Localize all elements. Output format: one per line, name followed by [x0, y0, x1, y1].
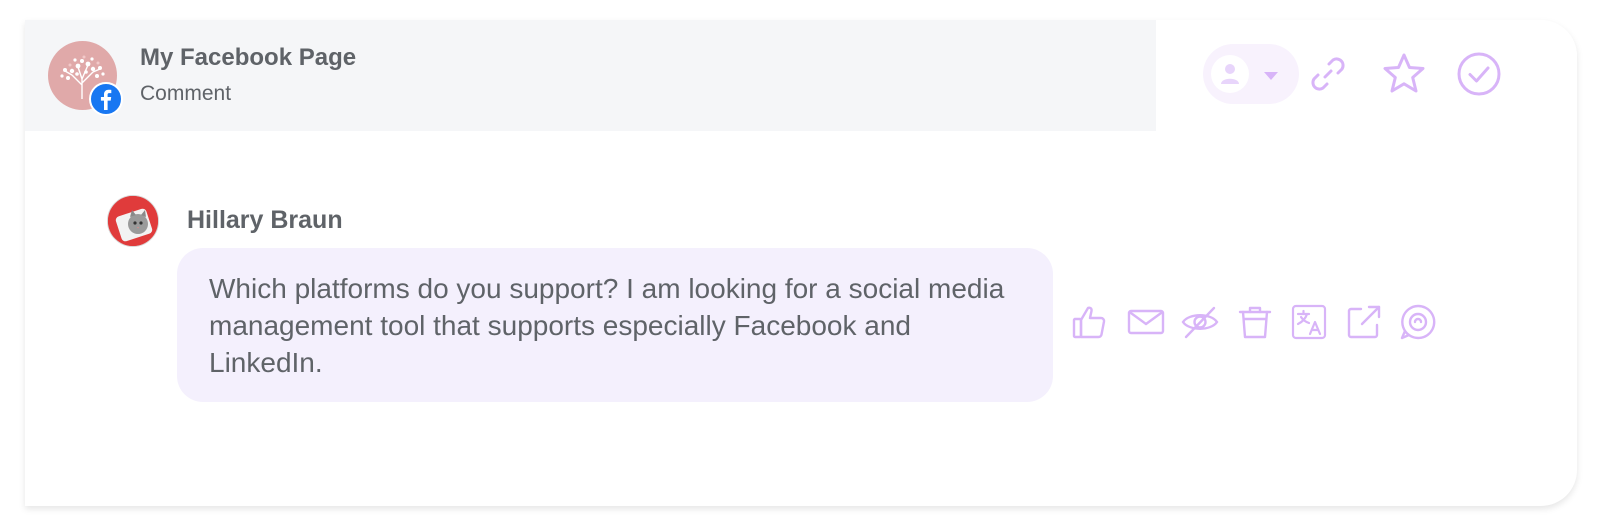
external-link-icon[interactable]: [1345, 303, 1383, 341]
thumbs-up-icon[interactable]: [1071, 303, 1109, 341]
check-circle-icon[interactable]: [1455, 50, 1503, 98]
facebook-icon: [89, 82, 123, 116]
chevron-down-icon: [1264, 72, 1278, 80]
user-icon: [1221, 64, 1239, 84]
trash-icon[interactable]: [1236, 303, 1274, 341]
link-icon[interactable]: [1304, 50, 1352, 98]
assign-user-dropdown[interactable]: [1203, 44, 1299, 104]
translate-icon[interactable]: [1290, 303, 1328, 341]
cat-avatar: [108, 196, 158, 246]
author-avatar: [107, 195, 159, 247]
star-icon[interactable]: [1380, 50, 1428, 98]
post-type-label: Comment: [140, 82, 232, 105]
message-text: Which platforms do you support? I am loo…: [209, 273, 1005, 378]
author-name: Hillary Braun: [187, 206, 343, 234]
page-name: My Facebook Page: [140, 44, 357, 71]
post-header: My Facebook Page Comment: [25, 20, 1156, 131]
message-bubble: Which platforms do you support? I am loo…: [177, 248, 1053, 402]
envelope-icon[interactable]: [1127, 303, 1165, 341]
eye-off-icon[interactable]: [1181, 303, 1219, 341]
conversation-card: My Facebook Page Comment Hillary Braun W…: [25, 20, 1577, 506]
reply-bubble-icon[interactable]: [1399, 303, 1437, 341]
